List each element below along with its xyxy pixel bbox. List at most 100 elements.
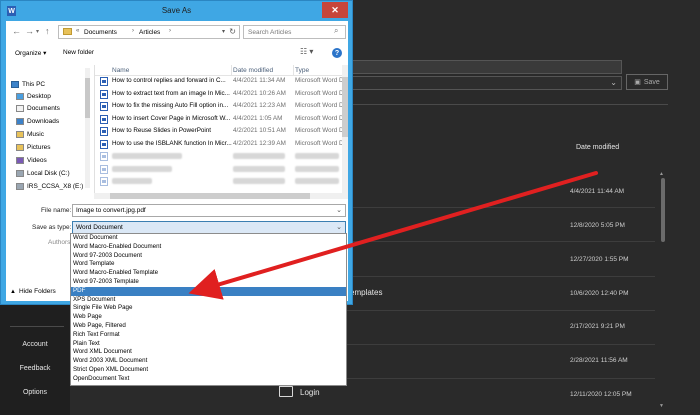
nav-label: Documents (27, 104, 60, 112)
file-name-input[interactable]: Image to convert.jpg.pdf ⌄ (72, 204, 346, 217)
refresh-icon[interactable]: ↻ (229, 27, 236, 36)
recent-item-login[interactable]: Login (300, 388, 320, 397)
list-item[interactable]: Word 97-2003 Template (71, 278, 346, 287)
scrollbar-thumb[interactable] (342, 77, 348, 137)
nav-item-desktop[interactable]: Desktop (16, 91, 51, 101)
help-icon[interactable]: ? (332, 48, 342, 58)
list-item[interactable]: Word XML Document (71, 348, 346, 357)
table-row-blurred[interactable] (95, 163, 343, 176)
pc-icon (11, 80, 19, 88)
up-arrow-icon[interactable]: ↑ (45, 26, 50, 36)
nav-item-documents[interactable]: Documents (16, 103, 60, 113)
word-doc-icon (100, 152, 108, 161)
file-list-hscrollbar[interactable] (94, 193, 348, 199)
folder-icon (279, 383, 293, 397)
nav-item-downloads[interactable]: Downloads (16, 116, 59, 126)
file-name: How to fix the missing Auto Fill option … (112, 102, 229, 109)
backstage-save-button[interactable]: ▣ Save (626, 74, 668, 90)
hide-folders-button[interactable]: ▲ Hide Folders (10, 288, 56, 295)
row-divider (345, 378, 655, 379)
list-item[interactable]: Word Template (71, 260, 346, 269)
chevron-right-icon[interactable]: › (169, 28, 171, 34)
chevron-up-icon: ▲ (10, 288, 16, 295)
column-header-date[interactable]: Date modified (233, 67, 273, 74)
file-list-scrollbar[interactable] (342, 65, 348, 193)
new-folder-button[interactable]: New folder (63, 49, 94, 56)
table-row-blurred[interactable] (95, 175, 343, 188)
nav-item-local-disk[interactable]: Local Disk (C:) (16, 168, 70, 178)
list-item[interactable]: Rich Text Format (71, 331, 346, 340)
list-item[interactable]: Word Document (71, 234, 346, 243)
breadcrumb-overflow-icon[interactable]: « (76, 28, 79, 34)
blurred-text (112, 165, 172, 172)
save-as-type-dropdown-list: Word Document Word Macro-Enabled Documen… (70, 233, 347, 386)
blurred-text (295, 165, 339, 172)
word-doc-icon (100, 139, 108, 149)
breadcrumb-documents[interactable]: Documents (84, 29, 117, 36)
table-row[interactable]: How to control replies and forward in C.… (95, 75, 344, 88)
save-as-type-label: Save as type: (32, 224, 72, 231)
table-row[interactable]: How to fix the missing Auto Fill option … (95, 100, 344, 113)
sidebar-item-feedback[interactable]: Feedback (10, 365, 60, 372)
table-row[interactable]: How to Reuse Slides in PowerPoint 4/2/20… (95, 125, 344, 138)
dialog-titlebar[interactable]: W Save As ✕ (1, 1, 352, 21)
nav-item-this-pc[interactable]: This PC (11, 79, 45, 89)
nav-item-pictures[interactable]: Pictures (16, 142, 50, 152)
forward-arrow-icon[interactable]: → (25, 26, 34, 36)
hide-folders-label: Hide Folders (18, 288, 56, 295)
list-item[interactable]: Plain Text (71, 340, 346, 349)
scroll-down-icon[interactable]: ▼ (659, 403, 664, 409)
view-options-icon[interactable]: ☷ ▾ (300, 47, 313, 56)
backstage-filename-input[interactable] (345, 60, 622, 74)
chevron-down-icon[interactable]: ▾ (222, 28, 225, 35)
search-input[interactable]: Search Articles (243, 25, 346, 39)
chevron-down-icon[interactable]: ⌄ (336, 223, 342, 231)
table-row[interactable]: How to insert Cover Page in Microsoft W.… (95, 113, 344, 126)
address-bar[interactable]: « Documents › Articles › ▾ ↻ (58, 25, 240, 39)
list-item[interactable]: Single File Web Page (71, 304, 346, 313)
list-item[interactable]: Word 97-2003 Document (71, 252, 346, 261)
list-item[interactable]: Word 2003 XML Document (71, 357, 346, 366)
nav-scrollbar[interactable] (85, 68, 90, 188)
list-item-pdf-selected[interactable]: PDF (71, 286, 346, 296)
backstage-scrollbar-thumb[interactable] (661, 178, 665, 242)
list-item[interactable]: Word Macro-Enabled Template (71, 269, 346, 278)
breadcrumb-articles[interactable]: Articles (139, 29, 160, 36)
table-row[interactable]: How to extract text from an image In Mic… (95, 88, 344, 101)
backstage-type-select[interactable]: ⌄ (345, 76, 622, 90)
disk-icon (16, 169, 24, 177)
list-item[interactable]: XPS Document (71, 296, 346, 305)
chevron-down-icon[interactable]: ⌄ (336, 206, 342, 214)
list-item[interactable]: Word Macro-Enabled Document (71, 243, 346, 252)
folder-icon (63, 28, 72, 35)
organize-button[interactable]: Organize ▾ (15, 49, 46, 57)
column-header-name[interactable]: Name (112, 67, 129, 74)
nav-label: IRS_CCSA_X8 (E:) (27, 182, 84, 190)
sidebar-item-account[interactable]: Account (10, 341, 60, 348)
scrollbar-thumb[interactable] (85, 78, 90, 118)
table-row[interactable]: How to use the ISBLANK function In Micr.… (95, 138, 344, 151)
list-item[interactable]: Strict Open XML Document (71, 366, 346, 375)
nav-item-removable-disk[interactable]: IRS_CCSA_X8 (E:) (16, 181, 83, 191)
close-button[interactable]: ✕ (322, 2, 348, 18)
table-row-blurred[interactable] (95, 150, 343, 163)
blurred-text (112, 153, 182, 159)
file-name-value: Image to convert.jpg.pdf (76, 207, 146, 214)
music-icon (16, 130, 24, 138)
back-arrow-icon[interactable]: ← (12, 26, 21, 36)
close-icon: ✕ (331, 4, 339, 15)
file-name: How to insert Cover Page in Microsoft W.… (112, 114, 231, 122)
scroll-up-icon[interactable]: ▲ (659, 171, 664, 177)
recent-date: 4/4/2021 11:44 AM (570, 188, 625, 195)
list-item[interactable]: Web Page (71, 313, 346, 322)
chevron-right-icon[interactable]: › (132, 28, 134, 34)
sidebar-item-options[interactable]: Options (10, 389, 60, 396)
backstage-column-date-modified[interactable]: Date modified (576, 144, 619, 151)
recent-locations-chevron-icon[interactable]: ▾ (36, 28, 39, 35)
column-header-type[interactable]: Type (295, 67, 309, 74)
list-item[interactable]: OpenDocument Text (71, 375, 346, 384)
nav-item-music[interactable]: Music (16, 129, 44, 139)
list-item[interactable]: Web Page, Filtered (71, 322, 346, 331)
scrollbar-thumb[interactable] (110, 193, 310, 199)
nav-item-videos[interactable]: Videos (16, 155, 47, 165)
